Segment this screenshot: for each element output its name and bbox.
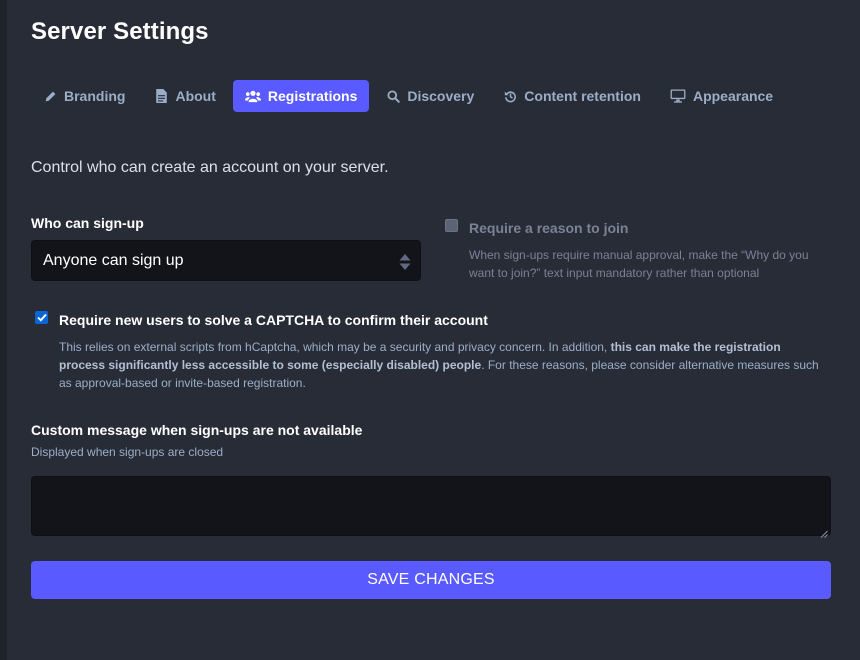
select-arrows-icon <box>399 253 411 271</box>
save-changes-button[interactable]: SAVE CHANGES <box>31 561 831 599</box>
page-title: Server Settings <box>31 18 209 45</box>
tab-label: Appearance <box>692 88 774 104</box>
history-icon <box>503 89 517 103</box>
closed-message-hint: Displayed when sign-ups are closed <box>31 445 224 459</box>
desktop-icon <box>670 89 686 103</box>
tab-label: Discovery <box>407 88 475 104</box>
signup-mode-label: Who can sign-up <box>31 215 144 231</box>
tab-label: Registrations <box>267 88 358 104</box>
users-icon <box>244 89 261 103</box>
pencil-icon <box>43 89 57 103</box>
tab-discovery[interactable]: Discovery <box>374 80 486 112</box>
require-reason-checkbox <box>445 219 458 232</box>
captcha-checkbox[interactable] <box>35 311 48 324</box>
document-icon <box>154 89 168 103</box>
closed-message-label: Custom message when sign-ups are not ava… <box>31 422 363 438</box>
tab-label: About <box>175 88 216 104</box>
signup-mode-value: Anyone can sign up <box>43 251 184 269</box>
sidebar-edge <box>0 0 7 660</box>
signup-mode-select[interactable]: Anyone can sign up <box>31 240 421 281</box>
closed-message-textarea[interactable] <box>31 476 831 538</box>
tab-branding[interactable]: Branding <box>31 80 137 112</box>
tab-about[interactable]: About <box>142 80 227 112</box>
captcha-hint: This relies on external scripts from hCa… <box>59 338 819 392</box>
search-icon <box>386 89 400 103</box>
captcha-hint-text: This relies on external scripts from hCa… <box>59 340 611 354</box>
tab-label: Content retention <box>524 88 641 104</box>
require-reason-hint: When sign-ups require manual approval, m… <box>469 248 809 280</box>
tab-appearance[interactable]: Appearance <box>658 80 785 112</box>
require-reason-label: Require a reason to join <box>469 220 629 236</box>
captcha-label: Require new users to solve a CAPTCHA to … <box>59 312 488 328</box>
tab-label: Branding <box>64 88 126 104</box>
checkmark-icon <box>36 313 47 322</box>
tab-registrations[interactable]: Registrations <box>232 80 370 112</box>
settings-tabs: Branding About Registrations Discovery C… <box>31 80 790 112</box>
tab-content-retention[interactable]: Content retention <box>491 80 653 112</box>
registrations-lead: Control who can create an account on you… <box>31 159 389 176</box>
resize-grip-icon[interactable] <box>820 525 828 538</box>
